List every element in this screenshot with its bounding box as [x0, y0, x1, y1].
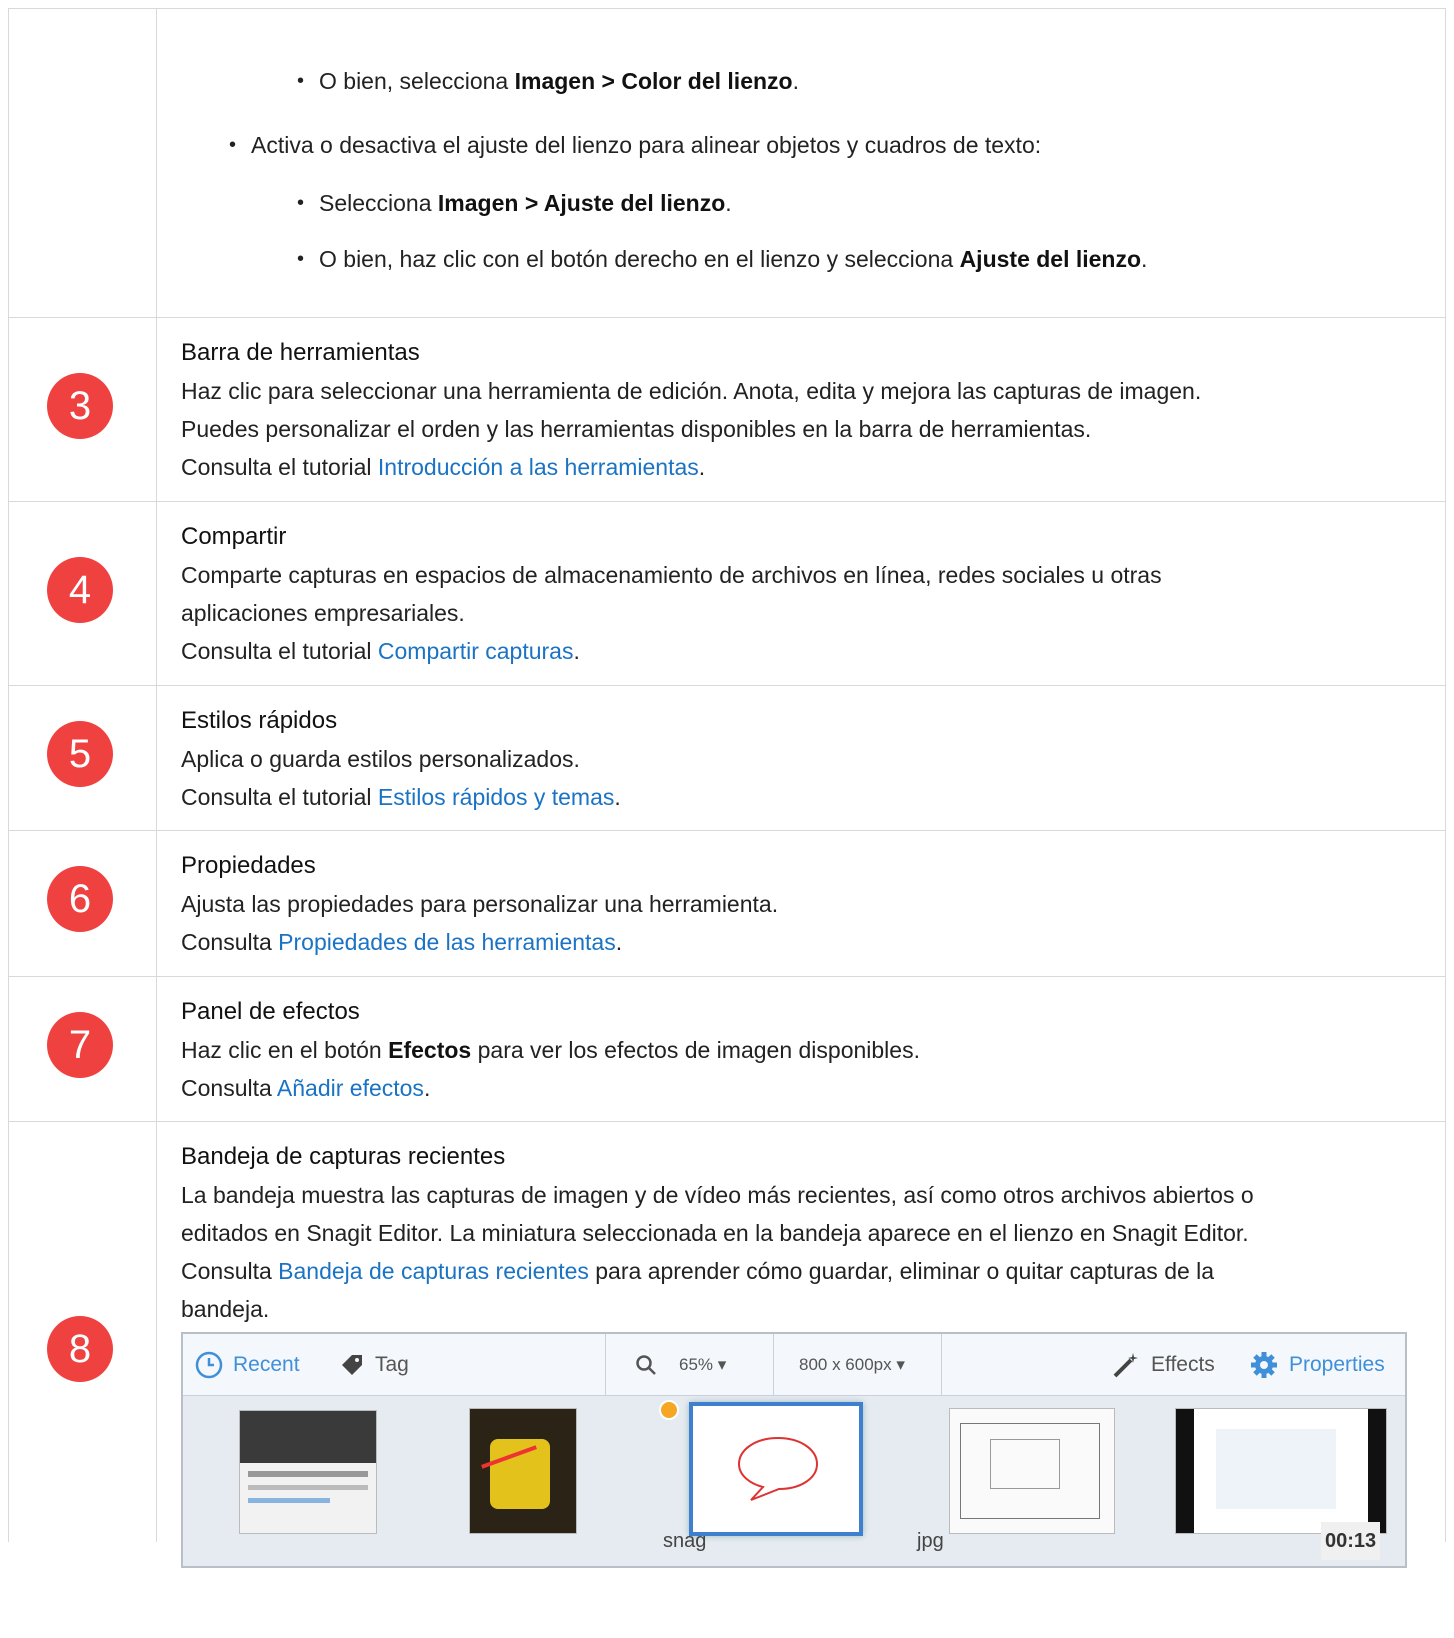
step-number-badge: 3	[47, 373, 113, 439]
row-title: Estilos rápidos	[181, 707, 338, 734]
row-title: Compartir	[181, 523, 287, 550]
row-title: Barra de herramientas	[181, 339, 420, 366]
table-row: O bien, selecciona Imagen > Color del li…	[9, 9, 1446, 318]
content-cell: Panel de efectos Haz clic en el botón Ef…	[157, 977, 1445, 1107]
step-number-badge: 6	[47, 866, 113, 932]
tray-toolbar: Recent Tag 65% ▾ 800 x 600px ▾ Effects P…	[183, 1334, 1405, 1396]
clock-icon	[195, 1351, 223, 1379]
magic-wand-icon	[1113, 1353, 1138, 1378]
reference-line: Consulta Añadir efectos.	[181, 1075, 431, 1101]
thumbnail-floorplan	[949, 1408, 1115, 1534]
tutorial-link[interactable]: Compartir capturas	[378, 638, 574, 664]
magnifier-icon	[636, 1355, 656, 1375]
step-number-badge: 5	[47, 721, 113, 787]
tutorial-link[interactable]: Propiedades de las herramientas	[278, 929, 616, 955]
reference-line: Consulta Propiedades de las herramientas…	[181, 929, 623, 955]
thumbnail-video	[1175, 1408, 1387, 1534]
thumbnail-webpage	[239, 1410, 377, 1534]
row-title: Bandeja de capturas recientes	[181, 1143, 506, 1170]
description-line: La bandeja muestra las capturas de image…	[181, 1182, 1254, 1208]
description-line: Puedes personalizar el orden y las herra…	[181, 416, 1092, 442]
table-row: 3 Barra de herramientas Haz clic para se…	[9, 318, 1446, 502]
step-number-badge: 4	[47, 557, 113, 623]
tutorial-link[interactable]: Bandeja de capturas recientes	[278, 1258, 589, 1284]
content-cell: Estilos rápidos Aplica o guarda estilos …	[157, 686, 1445, 816]
tag-button: Tag	[339, 1334, 409, 1396]
list-item: O bien, haz clic con el botón derecho en…	[181, 239, 1425, 279]
number-cell: 5	[9, 686, 157, 830]
description-line: aplicaciones empresariales.	[181, 600, 465, 626]
list-item: Activa o desactiva el ajuste del lienzo …	[181, 125, 1425, 165]
video-duration-label: 00:13	[1321, 1522, 1381, 1560]
tag-icon	[342, 1355, 362, 1375]
description-line: Comparte capturas en espacios de almacen…	[181, 562, 1162, 588]
size-control: 800 x 600px ▾	[799, 1355, 905, 1374]
row-title: Propiedades	[181, 852, 316, 879]
file-type-label: snag	[663, 1530, 707, 1552]
content-cell: Compartir Comparte capturas en espacios …	[157, 502, 1445, 670]
features-table: O bien, selecciona Imagen > Color del li…	[8, 8, 1446, 1568]
zoom-control: 65% ▾	[635, 1334, 726, 1396]
content-cell: Bandeja de capturas recientes La bandeja…	[157, 1122, 1445, 1568]
tutorial-link[interactable]: Estilos rápidos y temas	[378, 784, 614, 810]
table-row: 8 Bandeja de capturas recientes La bande…	[9, 1122, 1446, 1568]
content-cell: O bien, selecciona Imagen > Color del li…	[157, 9, 1445, 279]
row-title: Panel de efectos	[181, 998, 360, 1025]
properties-button: Properties	[1249, 1334, 1385, 1396]
gear-icon	[1251, 1352, 1277, 1378]
reference-line: Consulta el tutorial Compartir capturas.	[181, 638, 580, 664]
description-line: Haz clic para seleccionar una herramient…	[181, 378, 1202, 404]
table-row: 5 Estilos rápidos Aplica o guarda estilo…	[9, 686, 1446, 831]
description-line: Ajusta las propiedades para personalizar…	[181, 891, 779, 917]
description-line: Haz clic en el botón Efectos para ver lo…	[181, 1037, 920, 1063]
reference-line: Consulta el tutorial Estilos rápidos y t…	[181, 784, 621, 810]
list-item: O bien, selecciona Imagen > Color del li…	[181, 61, 1425, 101]
description-line: editados en Snagit Editor. La miniatura …	[181, 1220, 1249, 1246]
description-line: Aplica o guarda estilos personalizados.	[181, 746, 580, 772]
reference-line: Consulta Bandeja de capturas recientes p…	[181, 1258, 1215, 1284]
recent-button: Recent	[195, 1334, 300, 1396]
speech-bubble-icon	[737, 1436, 819, 1501]
thumbnail-robot-photo	[469, 1408, 577, 1534]
number-cell: 3	[9, 318, 157, 501]
list-item: Selecciona Imagen > Ajuste del lienzo.	[181, 183, 1425, 223]
file-type-label: jpg	[917, 1530, 944, 1552]
table-row: 7 Panel de efectos Haz clic en el botón …	[9, 977, 1446, 1122]
table-row: 6 Propiedades Ajusta las propiedades par…	[9, 831, 1446, 977]
new-capture-icon	[659, 1400, 679, 1420]
number-cell	[9, 9, 157, 317]
step-number-badge: 8	[47, 1316, 113, 1382]
number-cell: 4	[9, 502, 157, 685]
thumbnail-callout-selected	[689, 1402, 863, 1536]
number-cell: 6	[9, 831, 157, 976]
content-cell: Propiedades Ajusta las propiedades para …	[157, 831, 1445, 961]
number-cell: 7	[9, 977, 157, 1121]
reference-line-continued: bandeja.	[181, 1296, 270, 1322]
recent-captures-tray-screenshot: Recent Tag 65% ▾ 800 x 600px ▾ Effects P…	[181, 1332, 1407, 1568]
content-cell: Barra de herramientas Haz clic para sele…	[157, 318, 1445, 486]
tutorial-link[interactable]: Introducción a las herramientas	[378, 454, 699, 480]
number-cell: 8	[9, 1122, 157, 1542]
effects-button: Effects	[1111, 1334, 1215, 1396]
reference-line: Consulta el tutorial Introducción a las …	[181, 454, 706, 480]
table-row: 4 Compartir Comparte capturas en espacio…	[9, 502, 1446, 686]
step-number-badge: 7	[47, 1012, 113, 1078]
tutorial-link[interactable]: Añadir efectos	[277, 1075, 424, 1101]
